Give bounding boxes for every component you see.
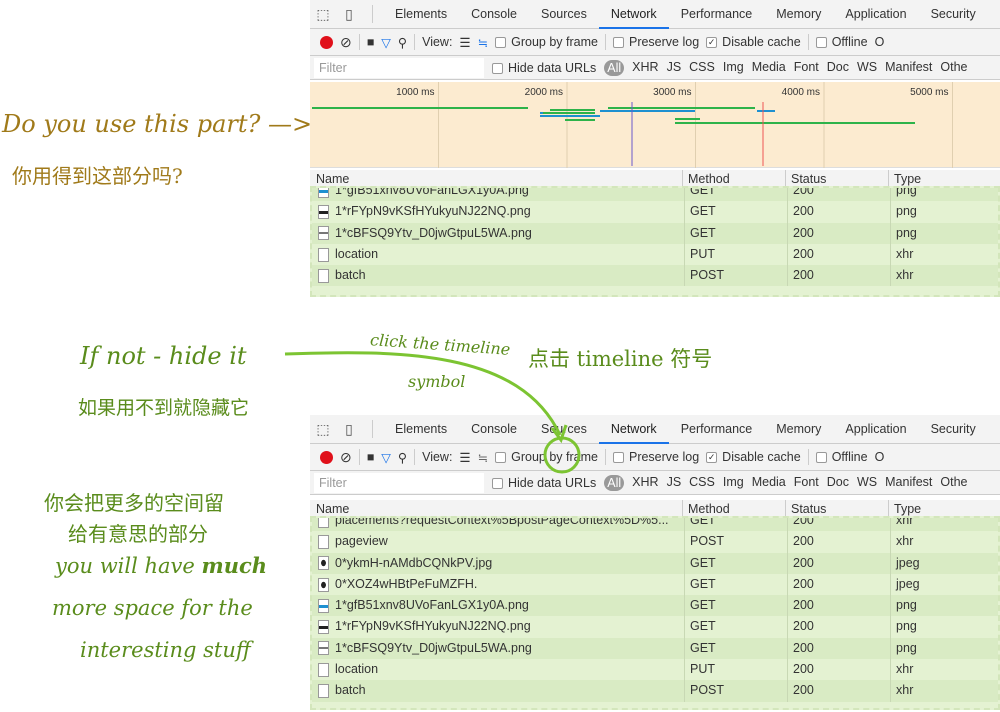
arrow-overlay xyxy=(284,351,581,474)
curved-arrow-icon xyxy=(284,351,562,436)
highlight-circle-icon xyxy=(543,436,581,474)
